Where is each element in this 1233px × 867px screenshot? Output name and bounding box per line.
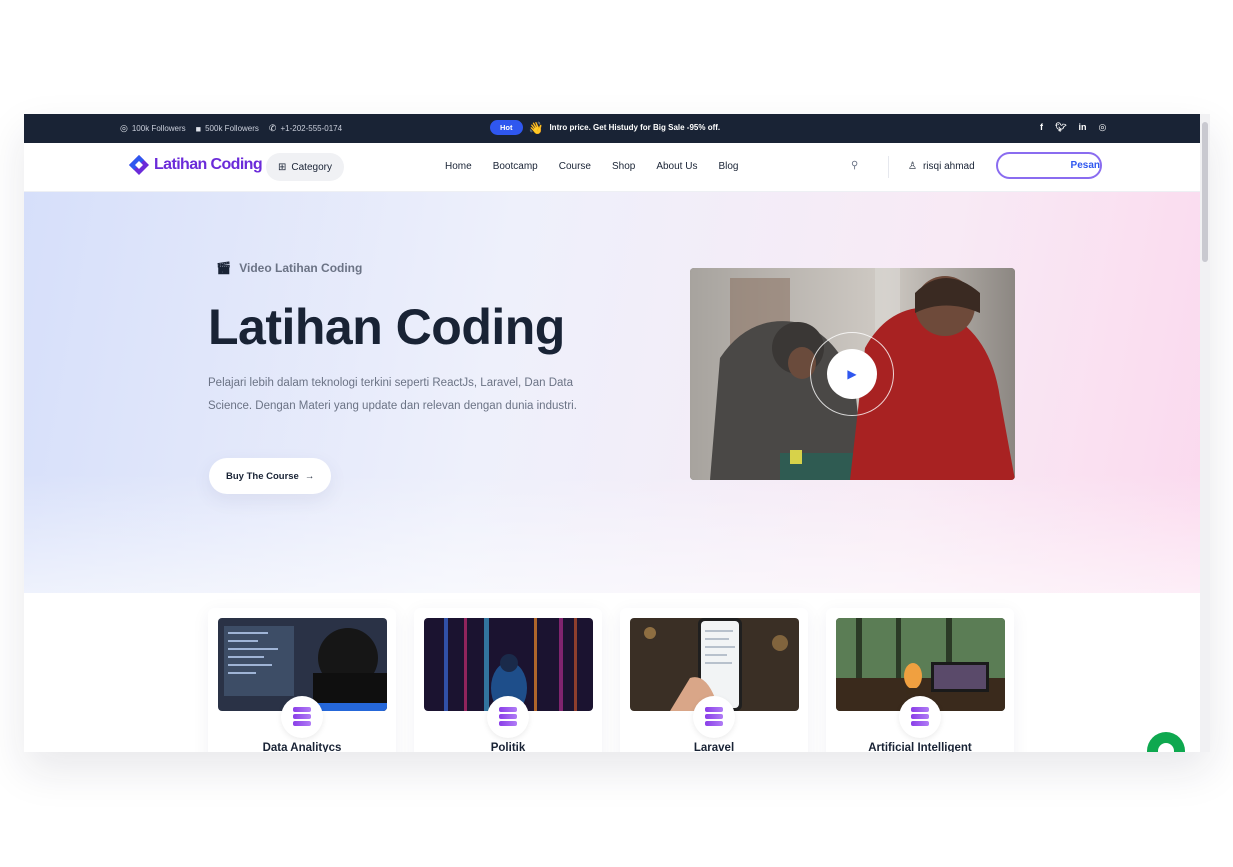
nav-home[interactable]: Home [445, 161, 472, 172]
twitter-icon[interactable]: 🐦︎ [1055, 122, 1066, 133]
category-card[interactable]: Data Analitycs [208, 608, 396, 752]
category-button[interactable]: ⊞ Category [266, 153, 344, 181]
card-title: Artificial Intelligent [868, 742, 972, 752]
database-icon [487, 696, 529, 738]
order-label: Pesan [1070, 160, 1100, 171]
phone-label: +1-202-555-0174 [280, 124, 343, 133]
logo-text: Latihan Coding [154, 156, 263, 173]
facebook-followers[interactable]: ■ 500k Followers [196, 124, 259, 134]
buy-course-label: Buy The Course [226, 470, 299, 482]
scrollbar[interactable] [1200, 114, 1210, 752]
category-card[interactable]: Politik [414, 608, 602, 752]
browser-window: ◎ 100k Followers ■ 500k Followers ✆ +1-2… [24, 114, 1210, 752]
hero-description: Pelajari lebih dalam teknologi terkini s… [208, 377, 577, 412]
promo-text[interactable]: Intro price. Get Histudy for Big Sale -9… [549, 123, 720, 132]
order-button[interactable]: Pesan [996, 152, 1102, 179]
hero-pretitle: 🎬︎ Video Latihan Coding [216, 261, 362, 275]
user-account[interactable]: ♙ risqi ahmad [908, 161, 975, 172]
nav-shop[interactable]: Shop [612, 161, 635, 172]
category-card[interactable]: Laravel [620, 608, 808, 752]
hot-badge: Hot [490, 120, 523, 135]
play-button[interactable]: ▶ [827, 349, 877, 399]
phone-icon: ✆ [268, 123, 277, 133]
linkedin-icon[interactable]: in [1078, 122, 1086, 133]
nav-about-us[interactable]: About Us [656, 161, 697, 172]
site-logo[interactable]: Latihan Coding [128, 154, 263, 176]
hero-video[interactable]: ▶ [690, 268, 1015, 480]
nav-course[interactable]: Course [559, 161, 591, 172]
scrollbar-thumb[interactable] [1202, 122, 1208, 262]
category-card[interactable]: Artificial Intelligent [826, 608, 1014, 752]
card-title: Laravel [693, 742, 735, 752]
user-icon: ♙ [908, 161, 917, 172]
top-bar: ◎ 100k Followers ■ 500k Followers ✆ +1-2… [24, 114, 1200, 143]
nav-bootcamp[interactable]: Bootcamp [493, 161, 538, 172]
category-cards: Data Analitycs Politik Laravel Artificia… [208, 608, 1014, 752]
database-icon [899, 696, 941, 738]
card-title: Politik [490, 742, 526, 752]
user-name: risqi ahmad [922, 161, 975, 172]
instagram-followers[interactable]: ◎ 100k Followers [120, 123, 186, 134]
database-icon [693, 696, 735, 738]
card-title: Data Analitycs [262, 742, 342, 752]
buy-course-button[interactable]: Buy The Course → [209, 458, 332, 494]
instagram-followers-label: 100k Followers [131, 124, 186, 133]
arrow-right-icon: → [304, 470, 315, 482]
main-nav: Home Bootcamp Course Shop About Us Blog [445, 161, 738, 172]
facebook-icon[interactable]: f [1040, 122, 1043, 133]
waving-hand-icon: 👋 [528, 120, 544, 135]
pretitle-text: Video Latihan Coding [239, 261, 363, 275]
search-icon[interactable]: ⚲ [851, 160, 858, 171]
logo-mark-icon [129, 155, 149, 175]
category-label: Category [291, 161, 332, 173]
nav-blog[interactable]: Blog [718, 161, 738, 172]
topbar-stats: ◎ 100k Followers ■ 500k Followers ✆ +1-2… [120, 123, 342, 134]
instagram-icon: ◎ [120, 123, 128, 133]
social-links: f 🐦︎ in ◎ [1040, 122, 1106, 133]
database-icon [281, 696, 323, 738]
grid-icon: ⊞ [278, 161, 287, 173]
header-divider [888, 156, 889, 178]
hero-section: 🎬︎ Video Latihan Coding Latihan Coding P… [24, 192, 1200, 593]
hero-fade [24, 473, 1200, 593]
facebook-icon: ■ [195, 123, 202, 134]
play-icon: ▶ [847, 367, 857, 381]
site-header: Latihan Coding ⊞ Category Home Bootcamp … [24, 143, 1200, 192]
facebook-followers-label: 500k Followers [205, 124, 259, 133]
hero-title: Latihan Coding [208, 299, 565, 355]
instagram-icon[interactable]: ◎ [1098, 122, 1106, 133]
clapperboard-icon: 🎬︎ [216, 261, 232, 275]
phone-contact[interactable]: ✆ +1-202-555-0174 [269, 123, 342, 134]
promo-banner: Hot 👋 Intro price. Get Histudy for Big S… [490, 120, 720, 135]
chat-button[interactable] [1147, 732, 1185, 752]
